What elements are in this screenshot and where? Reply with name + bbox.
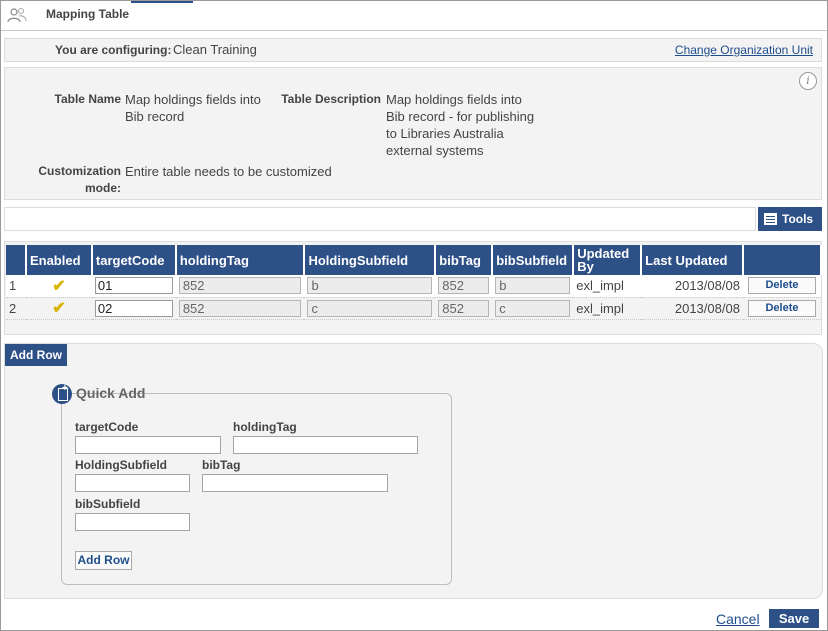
bibsubfield-field: c bbox=[495, 299, 571, 317]
table-toolbar bbox=[4, 207, 756, 231]
column-header-targetcode[interactable]: targetCode bbox=[91, 245, 177, 275]
updated-by-cell: exl_impl bbox=[573, 297, 642, 320]
table-row: 1 ✔ 852 b 852 b exl_impl 2013/08/08 Dele… bbox=[6, 275, 821, 298]
updated-by-cell: exl_impl bbox=[573, 275, 642, 298]
page-title: Mapping Table bbox=[46, 7, 130, 21]
holdingsubfield-field: c bbox=[307, 299, 433, 317]
column-header-actions bbox=[742, 245, 823, 275]
column-header-row-number bbox=[6, 245, 27, 275]
quick-add-legend: Quick Add bbox=[52, 382, 146, 404]
targetcode-input[interactable] bbox=[94, 277, 173, 295]
quick-bibsubfield-label: bibSubfield bbox=[75, 497, 141, 511]
holdingtag-field: 852 bbox=[178, 299, 302, 317]
bibtag-field: 852 bbox=[438, 299, 490, 317]
quick-add-title: Quick Add bbox=[76, 385, 146, 401]
quick-bibtag-label: bibTag bbox=[202, 458, 241, 472]
table-name-value: Map holdings fields into Bib record bbox=[125, 92, 261, 124]
save-button[interactable]: Save bbox=[769, 609, 819, 628]
column-header-holdingsubfield[interactable]: HoldingSubfield bbox=[304, 245, 437, 275]
bibsubfield-field: b bbox=[495, 277, 571, 295]
column-header-bibsubfield[interactable]: bibSubfield bbox=[492, 245, 575, 275]
enabled-cell[interactable]: ✔ bbox=[25, 275, 92, 298]
row-number: 2 bbox=[6, 297, 26, 320]
quick-holdingtag-label: holdingTag bbox=[233, 420, 297, 434]
title-bar: Mapping Table bbox=[1, 1, 827, 31]
quick-targetcode-label: targetCode bbox=[75, 420, 139, 434]
delete-row-button[interactable]: Delete bbox=[747, 299, 816, 317]
customization-mode-value: Entire table needs to be customized bbox=[125, 164, 332, 179]
mapping-table-page: Mapping Table You are configuring: Clean… bbox=[0, 0, 828, 631]
holdingtag-field: 852 bbox=[178, 277, 302, 295]
checkmark-icon[interactable]: ✔ bbox=[29, 298, 89, 318]
change-org-unit-link[interactable]: Change Organization Unit bbox=[675, 43, 813, 57]
column-header-bibtag[interactable]: bibTag bbox=[435, 245, 494, 275]
enabled-cell[interactable]: ✔ bbox=[25, 297, 92, 320]
table-header-row: Enabled targetCode holdingTag HoldingSub… bbox=[6, 245, 823, 275]
targetcode-input[interactable] bbox=[94, 299, 173, 317]
column-header-last-updated[interactable]: Last Updated bbox=[641, 245, 744, 275]
mapping-table: Enabled targetCode holdingTag HoldingSub… bbox=[6, 245, 823, 320]
tools-button[interactable]: Tools bbox=[758, 207, 822, 231]
cancel-link[interactable]: Cancel bbox=[716, 611, 760, 627]
row-number: 1 bbox=[6, 275, 26, 298]
quick-targetcode-input[interactable] bbox=[75, 436, 221, 454]
customization-mode-label: Customization mode: bbox=[38, 164, 121, 195]
quick-add-row-button[interactable]: Add Row bbox=[75, 551, 132, 570]
table-row: 2 ✔ 852 c 852 c exl_impl 2013/08/08 Dele… bbox=[6, 297, 821, 320]
column-header-enabled[interactable]: Enabled bbox=[25, 245, 93, 275]
table-description-value: Map holdings fields into Bib record - fo… bbox=[386, 92, 535, 158]
column-header-holdingtag[interactable]: holdingTag bbox=[175, 245, 306, 275]
table-description-label: Table Description bbox=[281, 92, 381, 106]
mapping-table-container: Enabled targetCode holdingTag HoldingSub… bbox=[4, 241, 823, 335]
quick-holdingtag-input[interactable] bbox=[233, 436, 418, 454]
title-bar-accent bbox=[131, 1, 193, 3]
list-icon bbox=[764, 213, 777, 225]
checkmark-icon[interactable]: ✔ bbox=[29, 276, 89, 296]
table-name-label: Table Name bbox=[54, 92, 121, 106]
bibtag-field: 852 bbox=[438, 277, 490, 295]
quick-holdingsubfield-input[interactable] bbox=[75, 474, 190, 492]
delete-row-button[interactable]: Delete bbox=[747, 277, 816, 295]
quick-holdingsubfield-label: HoldingSubfield bbox=[75, 458, 167, 472]
last-updated-cell: 2013/08/08 bbox=[641, 275, 743, 298]
quick-bibsubfield-input[interactable] bbox=[75, 513, 190, 531]
holdingsubfield-field: b bbox=[307, 277, 433, 295]
configuring-value: Clean Training bbox=[173, 42, 257, 57]
configuring-bar: You are configuring: Clean Training Chan… bbox=[4, 38, 822, 62]
user-group-icon bbox=[7, 7, 27, 23]
configuring-label: You are configuring: bbox=[55, 43, 172, 57]
quick-bibtag-input[interactable] bbox=[202, 474, 388, 492]
add-row-tab[interactable]: Add Row bbox=[5, 344, 67, 366]
info-icon[interactable]: i bbox=[799, 72, 817, 90]
last-updated-cell: 2013/08/08 bbox=[641, 297, 743, 320]
column-header-updated-by[interactable]: Updated By bbox=[573, 245, 643, 275]
document-add-icon bbox=[52, 383, 72, 404]
